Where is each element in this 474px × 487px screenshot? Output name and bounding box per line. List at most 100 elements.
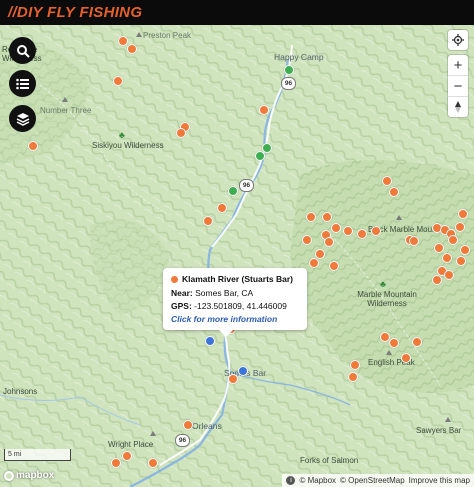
fishing-spot-marker[interactable]	[442, 253, 452, 263]
site-header: //DIY FLY FISHING	[0, 0, 474, 25]
fishing-spot-marker[interactable]	[329, 261, 339, 271]
fishing-spot-marker[interactable]	[217, 203, 227, 213]
peak-icon	[136, 32, 142, 37]
place-label: Siskiyou Wilderness	[92, 141, 164, 150]
fishing-spot-marker[interactable]	[28, 141, 38, 151]
map-attribution: i © Mapbox © OpenStreetMap Improve this …	[282, 474, 474, 487]
info-icon[interactable]: i	[286, 476, 296, 485]
zoom-out-button[interactable]: −	[448, 75, 468, 96]
route-shield: 96	[175, 434, 190, 447]
fishing-spot-marker[interactable]	[460, 245, 470, 255]
fishing-spot-marker[interactable]	[315, 249, 325, 259]
layers-icon	[16, 112, 29, 126]
fishing-spot-marker[interactable]	[350, 360, 360, 370]
attribution-osm[interactable]: © OpenStreetMap	[340, 474, 405, 487]
mapbox-logo-text: mapbox	[16, 470, 55, 481]
locate-button[interactable]	[448, 30, 468, 50]
mapbox-logo[interactable]: mapbox	[4, 470, 54, 481]
fishing-spot-marker[interactable]	[324, 237, 334, 247]
mapbox-logo-icon	[4, 470, 14, 481]
peak-icon	[386, 350, 392, 355]
fishing-spot-marker[interactable]	[432, 275, 442, 285]
fishing-spot-marker[interactable]	[448, 235, 458, 245]
search-button[interactable]	[9, 37, 36, 64]
scale-bar: 5 mi	[4, 449, 71, 461]
route-shield: 96	[281, 77, 296, 90]
gps-label: GPS:	[171, 301, 192, 311]
fishing-spot-marker[interactable]	[389, 187, 399, 197]
fishing-spot-marker[interactable]	[127, 44, 137, 54]
route-shield: 96	[239, 179, 254, 192]
fishing-spot-marker[interactable]	[357, 229, 367, 239]
attribution-mapbox[interactable]: © Mapbox	[299, 474, 336, 487]
fishing-spot-marker[interactable]	[302, 235, 312, 245]
popup-gps-row: GPS: -123.501809, 41.446009	[171, 301, 299, 311]
compass-button[interactable]	[448, 96, 468, 117]
wilderness-tree-icon: ♣	[119, 130, 125, 140]
fishing-spot-marker[interactable]	[203, 216, 213, 226]
peak-icon	[445, 417, 451, 422]
fishing-spot-marker[interactable]	[113, 76, 123, 86]
popup-tip	[219, 330, 233, 337]
location-popup: Klamath River (Stuarts Bar) Near: Somes …	[163, 268, 307, 337]
list-icon	[16, 78, 29, 89]
popup-title: Klamath River (Stuarts Bar)	[182, 274, 294, 284]
campground-marker[interactable]	[284, 65, 294, 75]
gps-value: -123.501809, 41.446009	[194, 301, 287, 311]
fishing-spot-marker[interactable]	[111, 458, 121, 468]
wilderness-tree-icon: ♣	[380, 279, 386, 289]
near-value: Somes Bar, CA	[195, 288, 254, 298]
fishing-spot-marker[interactable]	[412, 337, 422, 347]
fishing-spot-marker[interactable]	[389, 338, 399, 348]
fishing-spot-marker[interactable]	[401, 353, 411, 363]
fishing-spot-marker[interactable]	[434, 243, 444, 253]
more-info-link[interactable]: Click for more information	[171, 314, 299, 324]
peak-icon	[62, 97, 68, 102]
fishing-spot-marker[interactable]	[331, 223, 341, 233]
fishing-spot-marker[interactable]	[306, 212, 316, 222]
fishing-spot-marker[interactable]	[259, 105, 269, 115]
search-icon	[16, 44, 30, 58]
fishing-spot-marker[interactable]	[118, 36, 128, 46]
fishing-spot-marker[interactable]	[458, 209, 468, 219]
fishing-spot-marker[interactable]	[122, 451, 132, 461]
brand-logo[interactable]: //DIY FLY FISHING	[8, 4, 142, 21]
map-canvas[interactable]: Preston Peak Happy Camp Red Butte Wilder…	[0, 25, 474, 487]
fishing-spot-marker[interactable]	[228, 374, 238, 384]
list-button[interactable]	[9, 70, 36, 97]
place-label: Preston Peak	[143, 31, 192, 40]
compass-icon	[455, 101, 461, 113]
fishing-spot-marker[interactable]	[348, 372, 358, 382]
spot-dot-icon	[171, 275, 178, 283]
terrain-background	[0, 25, 474, 487]
access-point-marker[interactable]	[205, 336, 215, 346]
fishing-spot-marker[interactable]	[148, 458, 158, 468]
near-label: Near:	[171, 288, 193, 298]
fishing-spot-marker[interactable]	[322, 212, 332, 222]
place-label: Number Three	[40, 106, 92, 115]
popup-title-row: Klamath River (Stuarts Bar)	[171, 274, 299, 284]
peak-icon	[396, 215, 402, 220]
locate-icon	[452, 34, 464, 46]
place-label: Happy Camp	[274, 52, 324, 62]
fishing-spot-marker[interactable]	[309, 258, 319, 268]
layers-button[interactable]	[9, 105, 36, 132]
fishing-spot-marker[interactable]	[409, 236, 419, 246]
map-app: //DIY FLY FISHING Preston Peak Happy Cam…	[0, 0, 474, 487]
campground-marker[interactable]	[255, 151, 265, 161]
fishing-spot-marker[interactable]	[455, 222, 465, 232]
access-point-marker[interactable]	[238, 366, 248, 376]
fishing-spot-marker[interactable]	[444, 270, 454, 280]
fishing-spot-marker[interactable]	[382, 176, 392, 186]
fishing-spot-marker[interactable]	[176, 128, 186, 138]
popup-near-row: Near: Somes Bar, CA	[171, 288, 299, 298]
fishing-spot-marker[interactable]	[456, 256, 466, 266]
place-label: Johnsons	[3, 387, 38, 396]
campground-marker[interactable]	[228, 186, 238, 196]
fishing-spot-marker[interactable]	[183, 420, 193, 430]
fishing-spot-marker[interactable]	[343, 226, 353, 236]
geolocate-control[interactable]	[448, 30, 468, 50]
zoom-in-button[interactable]: +	[448, 55, 468, 75]
fishing-spot-marker[interactable]	[371, 226, 381, 236]
attribution-improve[interactable]: Improve this map	[409, 474, 470, 487]
